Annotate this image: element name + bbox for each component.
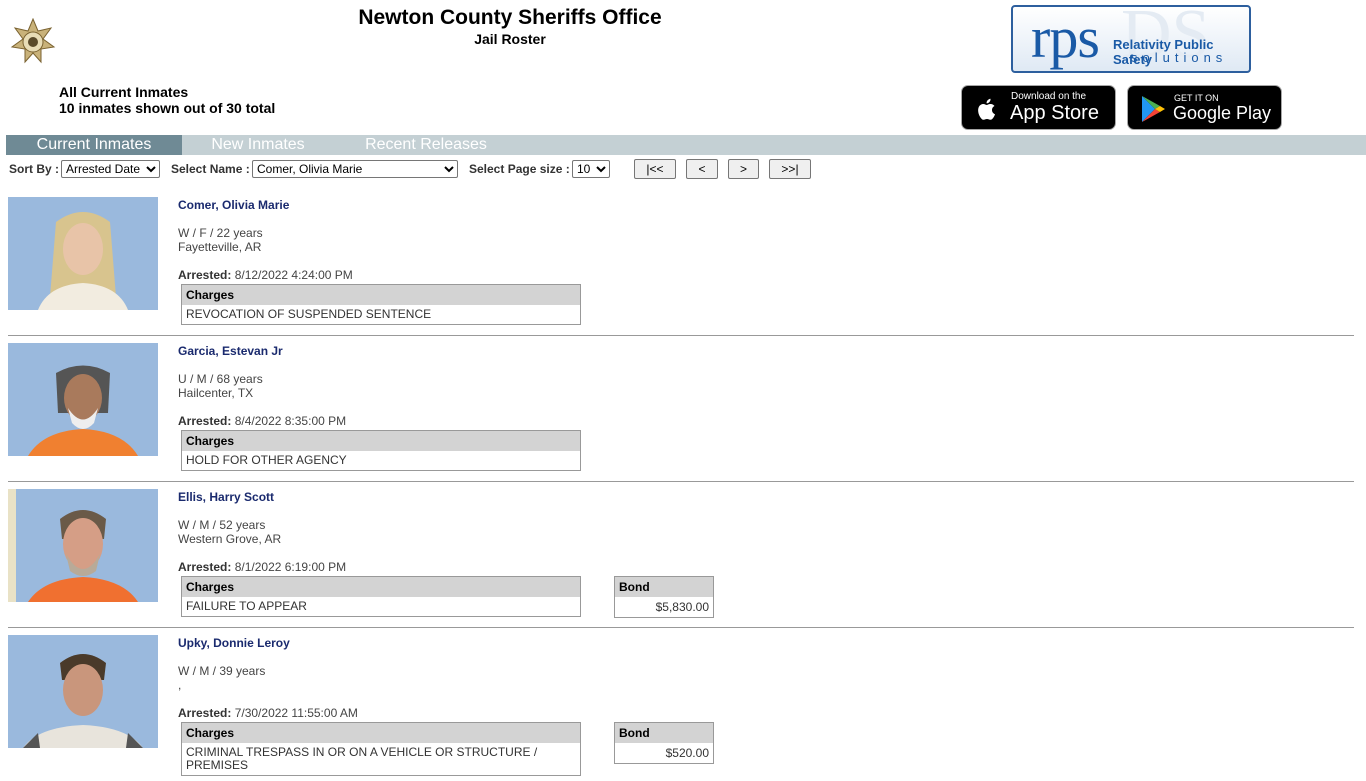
inmate-count: 10 inmates shown out of 30 total <box>59 100 276 116</box>
sort-select[interactable]: Arrested Date <box>61 160 160 178</box>
inmate-demographics: W / F / 22 years Fayetteville, AR <box>178 226 263 254</box>
page-size-select[interactable]: 10 <box>572 160 610 178</box>
app-store-caption: Download on the <box>1011 91 1087 102</box>
arrest-value: 8/4/2022 8:35:00 PM <box>234 414 347 428</box>
roster-tabs: Current Inmates New Inmates Recent Relea… <box>6 135 1366 155</box>
charge-row: CRIMINAL TRESPASS IN OR ON A VEHICLE OR … <box>186 745 538 772</box>
inmate-name[interactable]: Garcia, Estevan Jr <box>178 344 283 358</box>
arrest-date: Arrested: 8/1/2022 6:19:00 PM <box>178 560 346 574</box>
charge-row: REVOCATION OF SUSPENDED SENTENCE <box>186 307 432 321</box>
charge-row: FAILURE TO APPEAR <box>186 599 307 613</box>
google-play-label: Google Play <box>1173 103 1272 123</box>
inmate-record: Comer, Olivia Marie W / F / 22 years Fay… <box>0 197 1366 343</box>
bond-amount: $5,830.00 <box>655 600 709 614</box>
bond-header: Bond <box>615 723 713 743</box>
charges-header: Charges <box>182 285 580 305</box>
rps-logo-line2: solutions <box>1131 50 1228 65</box>
select-name-label: Select Name : <box>171 162 250 176</box>
charges-table: Charges HOLD FOR OTHER AGENCY <box>181 430 581 471</box>
charges-header: Charges <box>182 723 580 743</box>
inmate-record: Garcia, Estevan Jr U / M / 68 years Hail… <box>0 343 1366 489</box>
arrest-label: Arrested: <box>178 706 232 720</box>
arrest-label: Arrested: <box>178 268 232 282</box>
arrest-date: Arrested: 8/12/2022 4:24:00 PM <box>178 268 353 282</box>
inmate-race-sex-age: W / F / 22 years <box>178 226 263 240</box>
arrest-date: Arrested: 8/4/2022 8:35:00 PM <box>178 414 346 428</box>
tab-recent-releases[interactable]: Recent Releases <box>334 135 518 155</box>
inmate-name[interactable]: Upky, Donnie Leroy <box>178 636 290 650</box>
google-play-caption: GET IT ON <box>1174 93 1219 103</box>
charges-table: Charges REVOCATION OF SUSPENDED SENTENCE <box>181 284 581 325</box>
record-divider <box>8 481 1354 482</box>
last-page-button[interactable]: >>| <box>769 159 811 179</box>
page-title: Newton County Sheriffs Office <box>358 6 662 29</box>
inmate-photo[interactable] <box>8 343 158 456</box>
inmate-demographics: U / M / 68 years Hailcenter, TX <box>178 372 263 400</box>
inmate-record: Upky, Donnie Leroy W / M / 39 years , Ar… <box>0 635 1366 781</box>
page-subtitle: Jail Roster <box>474 31 546 47</box>
record-divider <box>8 335 1354 336</box>
inmate-race-sex-age: W / M / 52 years <box>178 518 266 532</box>
select-name-dropdown[interactable]: Comer, Olivia Marie <box>252 160 458 178</box>
list-title: All Current Inmates <box>59 84 189 100</box>
inmate-photo[interactable] <box>8 489 158 602</box>
inmate-race-sex-age: U / M / 68 years <box>178 372 263 386</box>
google-play-icon <box>1138 94 1168 124</box>
arrest-value: 7/30/2022 11:55:00 AM <box>234 706 358 720</box>
inmate-location: Hailcenter, TX <box>178 386 254 400</box>
tab-current-inmates[interactable]: Current Inmates <box>6 135 182 155</box>
record-divider <box>8 627 1354 628</box>
inmate-location: Western Grove, AR <box>178 532 282 546</box>
page-size-label: Select Page size : <box>469 162 570 176</box>
inmate-demographics: W / M / 52 years Western Grove, AR <box>178 518 281 546</box>
bond-header: Bond <box>615 577 713 597</box>
tab-new-inmates[interactable]: New Inmates <box>182 135 334 155</box>
arrest-value: 8/12/2022 4:24:00 PM <box>234 268 353 282</box>
charges-table: Charges FAILURE TO APPEAR <box>181 576 581 617</box>
prev-page-button[interactable]: < <box>686 159 718 179</box>
app-store-button[interactable]: Download on the App Store <box>961 85 1116 130</box>
inmate-photo[interactable] <box>8 197 158 310</box>
arrest-value: 8/1/2022 6:19:00 PM <box>234 560 347 574</box>
inmate-name[interactable]: Ellis, Harry Scott <box>178 490 274 504</box>
inmate-demographics: W / M / 39 years , <box>178 664 265 692</box>
arrest-date: Arrested: 7/30/2022 11:55:00 AM <box>178 706 358 720</box>
charge-row: HOLD FOR OTHER AGENCY <box>186 453 347 467</box>
apple-icon <box>972 94 1002 124</box>
inmate-name[interactable]: Comer, Olivia Marie <box>178 198 289 212</box>
first-page-button[interactable]: |<< <box>634 159 676 179</box>
rps-logo[interactable]: DS rps Relativity Public Safety solution… <box>1011 5 1251 73</box>
arrest-label: Arrested: <box>178 560 232 574</box>
charges-header: Charges <box>182 431 580 451</box>
google-play-button[interactable]: GET IT ON Google Play <box>1127 85 1282 130</box>
next-page-button[interactable]: > <box>728 159 759 179</box>
bond-amount: $520.00 <box>665 746 709 760</box>
arrest-label: Arrested: <box>178 414 232 428</box>
rps-logo-mark: rps <box>1031 5 1100 70</box>
inmate-record: Ellis, Harry Scott W / M / 52 years West… <box>0 489 1366 635</box>
app-store-label: App Store <box>1010 102 1099 124</box>
roster-summary: All Current Inmates 10 inmates shown out… <box>59 84 275 116</box>
sort-label: Sort By : <box>9 162 60 176</box>
inmate-location: Fayetteville, AR <box>178 240 262 254</box>
charges-header: Charges <box>182 577 580 597</box>
inmate-race-sex-age: W / M / 39 years <box>178 664 266 678</box>
bond-table: Bond $520.00 <box>614 722 714 764</box>
inmate-location: , <box>178 678 182 692</box>
bond-table: Bond $5,830.00 <box>614 576 714 618</box>
inmate-photo[interactable] <box>8 635 158 748</box>
page-header: Newton County Sheriffs Office Jail Roste… <box>0 6 1020 48</box>
